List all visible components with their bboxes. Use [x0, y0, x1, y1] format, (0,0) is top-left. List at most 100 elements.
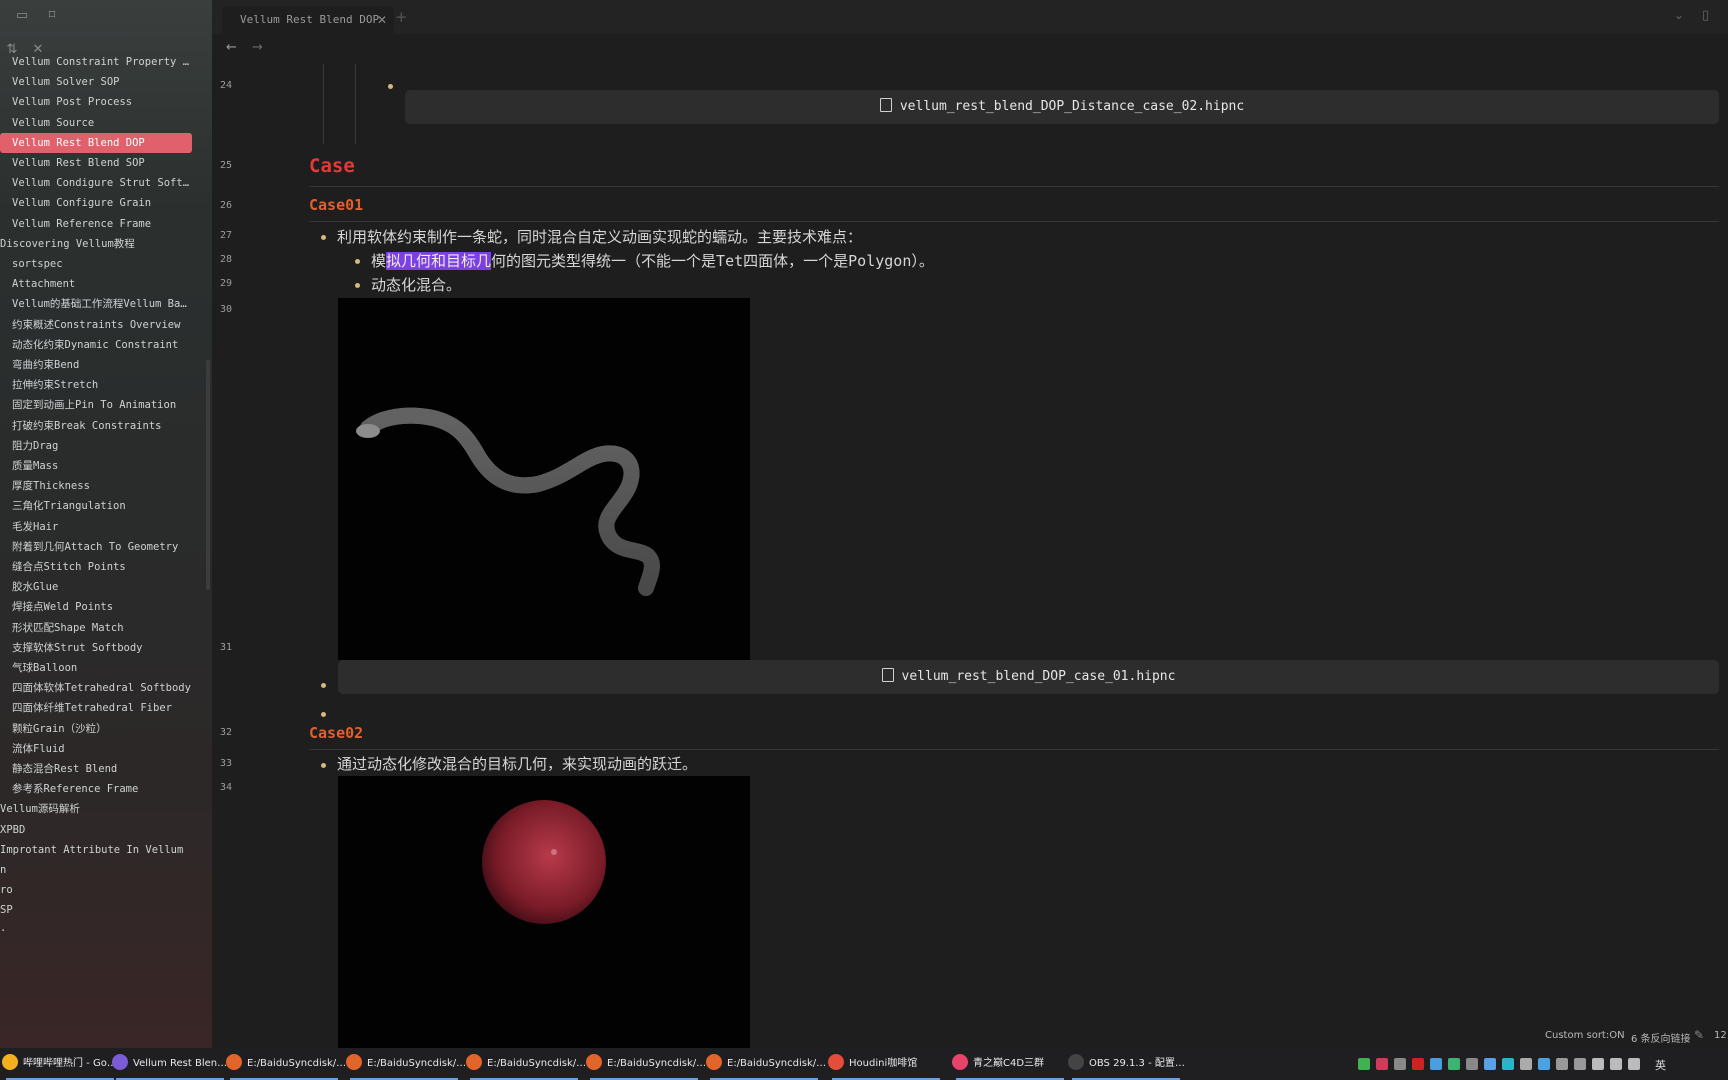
sidebar-item[interactable]: 支撑软体Strut Softbody [0, 638, 192, 658]
sidebar-item[interactable]: 缝合点Stitch Points [0, 557, 192, 577]
sidebar-item[interactable]: Discovering Vellum教程 [0, 234, 190, 254]
taskbar-app[interactable]: E:/BaiduSyncdisk/… [466, 1048, 586, 1080]
sidebar-item[interactable]: Attachment [0, 274, 192, 294]
app-icon [952, 1054, 968, 1070]
sidebar-item[interactable]: sortspec [0, 254, 192, 274]
heading-case02: Case02 [309, 724, 364, 742]
sidebar-item[interactable]: 阻力Drag [0, 436, 192, 456]
line-number: 27 [220, 230, 233, 241]
sidebar-item[interactable]: 厚度Thickness [0, 476, 192, 496]
tab-vellum-rest-blend-dop[interactable]: Vellum Rest Blend DOP ✕ [222, 6, 394, 34]
text-segment: 四面体，一个是 [743, 252, 849, 270]
tray-app-icon[interactable] [1520, 1058, 1532, 1070]
edit-icon[interactable]: ✎ [1694, 1028, 1704, 1042]
sidebar-item[interactable]: Vellum Post Process [0, 92, 192, 112]
sidebar-item[interactable]: 约束概述Constraints Overview [0, 315, 192, 335]
sidebar-item[interactable]: 颗粒Grain（沙粒） [0, 719, 192, 739]
attachment-card[interactable]: vellum_rest_blend_DOP_case_01.hipnc [338, 660, 1719, 694]
tray-app-icon[interactable] [1448, 1058, 1460, 1070]
sidebar-scrollbar[interactable] [206, 360, 210, 590]
sidebar-item[interactable]: 质量Mass [0, 456, 192, 476]
backlinks-count[interactable]: 6 条反向链接 [1631, 1030, 1691, 1045]
sidebar-item[interactable]: SP [0, 900, 190, 920]
sidebar-item[interactable]: 焊接点Weld Points [0, 597, 192, 617]
sidebar-item[interactable]: 拉伸约束Stretch [0, 375, 192, 395]
back-arrow-icon[interactable]: ← [226, 40, 237, 55]
sidebar-item[interactable]: · [0, 921, 190, 941]
text-segment: Polygon [848, 252, 912, 270]
sidebar-item[interactable]: ro [0, 880, 190, 900]
sidebar-item[interactable]: Vellum Rest Blend SOP [0, 153, 192, 173]
volume-icon[interactable] [1610, 1058, 1622, 1070]
sidebar-item[interactable]: Vellum Source [0, 113, 192, 133]
sidebar-item[interactable]: Vellum Configure Grain [0, 193, 192, 213]
sidebar-item[interactable]: 四面体纤维Tetrahedral Fiber [0, 698, 192, 718]
sidebar-item[interactable]: Vellum源码解析 [0, 799, 190, 819]
line-number: 33 [220, 758, 233, 769]
sidebar-toggle-icon[interactable]: ▯ [1702, 8, 1709, 23]
sidebar-item[interactable]: 形状匹配Shape Match [0, 618, 192, 638]
sidebar-item[interactable]: Vellum的基础工作流程Vellum Ba… [0, 294, 192, 314]
sidebar-item[interactable]: Vellum Rest Blend DOP [0, 132, 192, 153]
tray-app-icon[interactable] [1394, 1058, 1406, 1070]
taskbar-app[interactable]: Vellum Rest Blen… [112, 1048, 227, 1080]
keyboard-icon[interactable] [1628, 1058, 1640, 1070]
sidebar-item[interactable]: 毛发Hair [0, 517, 192, 537]
sidebar-item[interactable]: 气球Balloon [0, 658, 192, 678]
sidebar-item[interactable]: 静态混合Rest Blend [0, 759, 192, 779]
sidebar-item[interactable]: Vellum Condigure Strut Softb… [0, 173, 192, 193]
editor-content[interactable]: 24 25 26 27 28 29 30 31 32 33 34 vellum_… [212, 64, 1728, 1048]
taskbar-app[interactable]: E:/BaiduSyncdisk/… [346, 1048, 466, 1080]
taskbar-app[interactable]: 哔哩哔哩热门 - Go… [2, 1048, 117, 1080]
sidebar-item[interactable]: Vellum Reference Frame [0, 214, 192, 234]
file-icon[interactable]: ▭ [14, 8, 30, 24]
sidebar-item[interactable]: 四面体软体Tetrahedral Softbody [0, 678, 192, 698]
attachment-card[interactable]: vellum_rest_blend_DOP_Distance_case_02.h… [405, 90, 1719, 124]
tray-app-icon[interactable] [1484, 1058, 1496, 1070]
sidebar-item[interactable]: 弯曲约束Bend [0, 355, 192, 375]
taskbar-app[interactable]: OBS 29.1.3 - 配置… [1068, 1048, 1185, 1080]
taskbar-app[interactable]: Houdini咖啡馆 [828, 1048, 917, 1080]
forward-arrow-icon[interactable]: → [252, 40, 263, 55]
line-number: 31 [220, 642, 233, 653]
taskbar-app[interactable]: 青之巅C4D三群 [952, 1048, 1044, 1080]
wifi-icon[interactable] [1592, 1058, 1604, 1070]
tray-app-icon[interactable] [1358, 1058, 1370, 1070]
chevron-down-icon[interactable]: ⌄ [1674, 8, 1684, 22]
sidebar-item[interactable]: 固定到动画上Pin To Animation [0, 395, 192, 415]
sidebar-item[interactable]: 三角化Triangulation [0, 496, 192, 516]
sidebar-item[interactable]: 动态化约束Dynamic Constraint [0, 335, 192, 355]
sidebar-item[interactable]: Vellum Solver SOP [0, 72, 192, 92]
sidebar-item[interactable]: 打破约束Break Constraints [0, 416, 192, 436]
sidebar-top-icons: ▭ ⌑ [0, 0, 212, 32]
sort-status[interactable]: Custom sort:ON [1545, 1030, 1625, 1041]
tray-app-icon[interactable] [1538, 1058, 1550, 1070]
tray-app-icon[interactable] [1466, 1058, 1478, 1070]
text-segment: 模 [371, 252, 387, 270]
taskbar-app[interactable]: E:/BaiduSyncdisk/… [706, 1048, 826, 1080]
input-language[interactable]: 英 [1655, 1057, 1666, 1073]
new-tab-plus-icon[interactable]: + [395, 8, 408, 26]
tray-app-icon[interactable] [1556, 1058, 1568, 1070]
tab-label: Vellum Rest Blend DOP [240, 13, 380, 26]
sidebar-item[interactable]: Vellum Constraint Property D… [0, 52, 192, 72]
close-icon[interactable]: ✕ [377, 6, 387, 34]
taskbar-app-label: 哔哩哔哩热门 - Go… [23, 1058, 117, 1069]
taskbar-app[interactable]: E:/BaiduSyncdisk/… [226, 1048, 346, 1080]
sidebar-item[interactable]: 参考系Reference Frame [0, 779, 192, 799]
tray-app-icon[interactable] [1376, 1058, 1388, 1070]
sidebar-item[interactable]: 附着到几何Attach To Geometry [0, 537, 192, 557]
taskbar-app[interactable]: E:/BaiduSyncdisk/… [586, 1048, 706, 1080]
sidebar-item[interactable]: Improtant Attribute In Vellum [0, 840, 190, 860]
file-icon [881, 668, 894, 682]
tray-app-icon[interactable] [1574, 1058, 1586, 1070]
bookmark-icon[interactable]: ⌑ [44, 8, 60, 24]
sidebar-item[interactable]: XPBD [0, 820, 190, 840]
tray-app-icon[interactable] [1412, 1058, 1424, 1070]
sidebar-item[interactable]: n [0, 860, 190, 880]
sidebar-item[interactable]: 胶水Glue [0, 577, 192, 597]
snake-render-image [338, 298, 750, 660]
sidebar-item[interactable]: 流体Fluid [0, 739, 192, 759]
tray-app-icon[interactable] [1430, 1058, 1442, 1070]
tray-app-icon[interactable] [1502, 1058, 1514, 1070]
